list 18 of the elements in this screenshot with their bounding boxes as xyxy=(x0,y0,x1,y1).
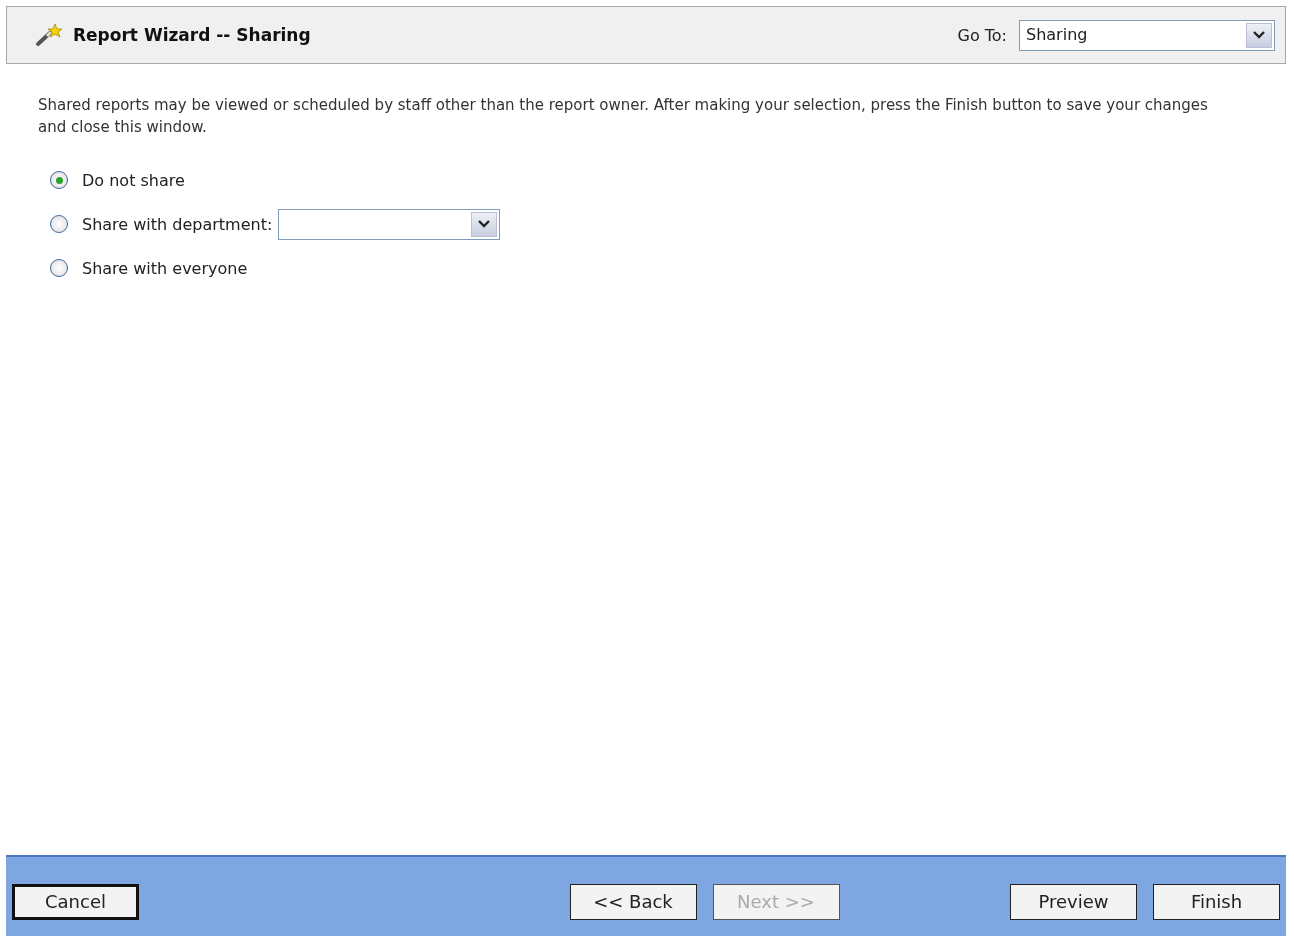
window-title: Report Wizard -- Sharing xyxy=(73,25,311,45)
option-label[interactable]: Share with everyone xyxy=(82,258,248,278)
caret-icon xyxy=(478,220,491,228)
caret-icon xyxy=(1253,31,1265,39)
radio-button[interactable] xyxy=(50,259,68,277)
go-to-dropdown[interactable]: Sharing xyxy=(1019,19,1275,51)
department-dropdown[interactable] xyxy=(278,208,501,240)
option-label[interactable]: Do not share xyxy=(82,170,185,190)
wizard-button[interactable]: << Back xyxy=(569,883,697,920)
wizard-button[interactable]: Finish xyxy=(1153,883,1280,920)
description-text: Shared reports may be viewed or scheduled by staff other than the report owner. After making your selection, press the Finish button to save your changes and close this window. xyxy=(38,95,1209,138)
go-to-label: Go To: xyxy=(957,25,1007,45)
radio-button[interactable] xyxy=(50,215,68,233)
radio-button[interactable] xyxy=(50,171,68,189)
wizard-button[interactable]: Preview xyxy=(1010,883,1137,920)
option-label[interactable]: Share with department: xyxy=(82,214,273,234)
magic-wand-icon xyxy=(35,23,63,47)
wizard-button[interactable]: Cancel xyxy=(12,883,139,920)
